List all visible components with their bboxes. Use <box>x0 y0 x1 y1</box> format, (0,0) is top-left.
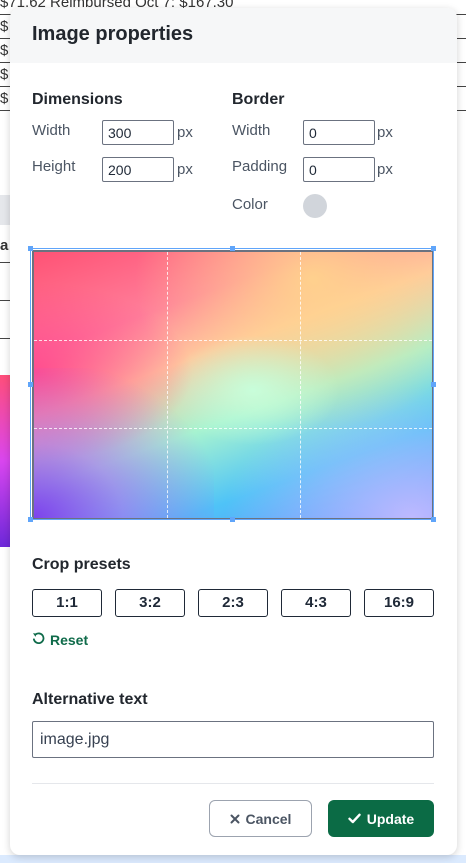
background-image-edge <box>0 375 10 547</box>
crop-handle-right[interactable] <box>431 382 436 387</box>
crop-presets-heading: Crop presets <box>32 556 131 573</box>
background-text: a <box>0 237 9 254</box>
image-preview <box>32 250 434 520</box>
background-panel <box>0 195 10 225</box>
alt-text-heading: Alternative text <box>32 691 148 708</box>
crop-grid-line <box>34 340 432 341</box>
border-padding-unit: px <box>377 161 393 178</box>
cancel-button[interactable]: Cancel <box>209 800 312 837</box>
cancel-label: Cancel <box>245 810 292 827</box>
reset-label: Reset <box>50 632 89 648</box>
image-properties-dialog: Image properties Dimensions Width px Hei… <box>10 8 457 855</box>
undo-icon <box>32 632 45 648</box>
border-width-label: Width <box>232 122 271 139</box>
border-padding-label: Padding <box>232 158 288 175</box>
background-bottom-bar <box>0 855 466 863</box>
crop-handle-top-left[interactable] <box>28 246 33 251</box>
border-color-swatch[interactable] <box>303 194 327 218</box>
dimensions-height-label: Height <box>32 158 76 175</box>
alt-text-input[interactable] <box>32 721 434 758</box>
checkmark-icon <box>348 811 361 827</box>
image-gradient-layer <box>34 368 214 518</box>
border-width-unit: px <box>377 124 393 141</box>
border-padding-input[interactable] <box>303 157 375 182</box>
crop-preset-3-2-button[interactable]: 3:2 <box>115 589 185 617</box>
crop-handle-left[interactable] <box>28 382 33 387</box>
crop-handle-bottom-right[interactable] <box>431 517 436 522</box>
border-color-label: Color <box>232 196 268 213</box>
dimensions-height-input[interactable] <box>102 157 174 182</box>
close-icon <box>230 811 240 827</box>
dialog-header: Image properties <box>10 8 457 63</box>
border-heading: Border <box>232 91 285 108</box>
crop-handle-top-right[interactable] <box>431 246 436 251</box>
reset-link[interactable]: Reset <box>32 632 88 648</box>
dimensions-heading: Dimensions <box>32 91 123 108</box>
border-width-input[interactable] <box>303 120 375 145</box>
crop-handle-top[interactable] <box>230 246 235 251</box>
background-divider <box>0 262 10 263</box>
crop-grid-line <box>300 252 301 518</box>
crop-grid-line <box>167 252 168 518</box>
crop-preset-1-1-button[interactable]: 1:1 <box>32 589 102 617</box>
dimensions-height-unit: px <box>177 161 193 178</box>
crop-grid-line <box>34 428 432 429</box>
dimensions-width-unit: px <box>177 124 193 141</box>
crop-handle-bottom[interactable] <box>230 517 235 522</box>
crop-handle-bottom-left[interactable] <box>28 517 33 522</box>
background-divider <box>0 300 10 301</box>
background-divider <box>0 338 10 339</box>
dimensions-width-input[interactable] <box>102 120 174 145</box>
crop-preset-4-3-button[interactable]: 4:3 <box>281 589 351 617</box>
footer-divider <box>32 783 434 784</box>
crop-preset-16-9-button[interactable]: 16:9 <box>364 589 434 617</box>
crop-preset-2-3-button[interactable]: 2:3 <box>198 589 268 617</box>
dimensions-width-label: Width <box>32 122 71 139</box>
dialog-title: Image properties <box>32 23 194 45</box>
update-button[interactable]: Update <box>328 800 434 837</box>
update-label: Update <box>366 810 415 827</box>
